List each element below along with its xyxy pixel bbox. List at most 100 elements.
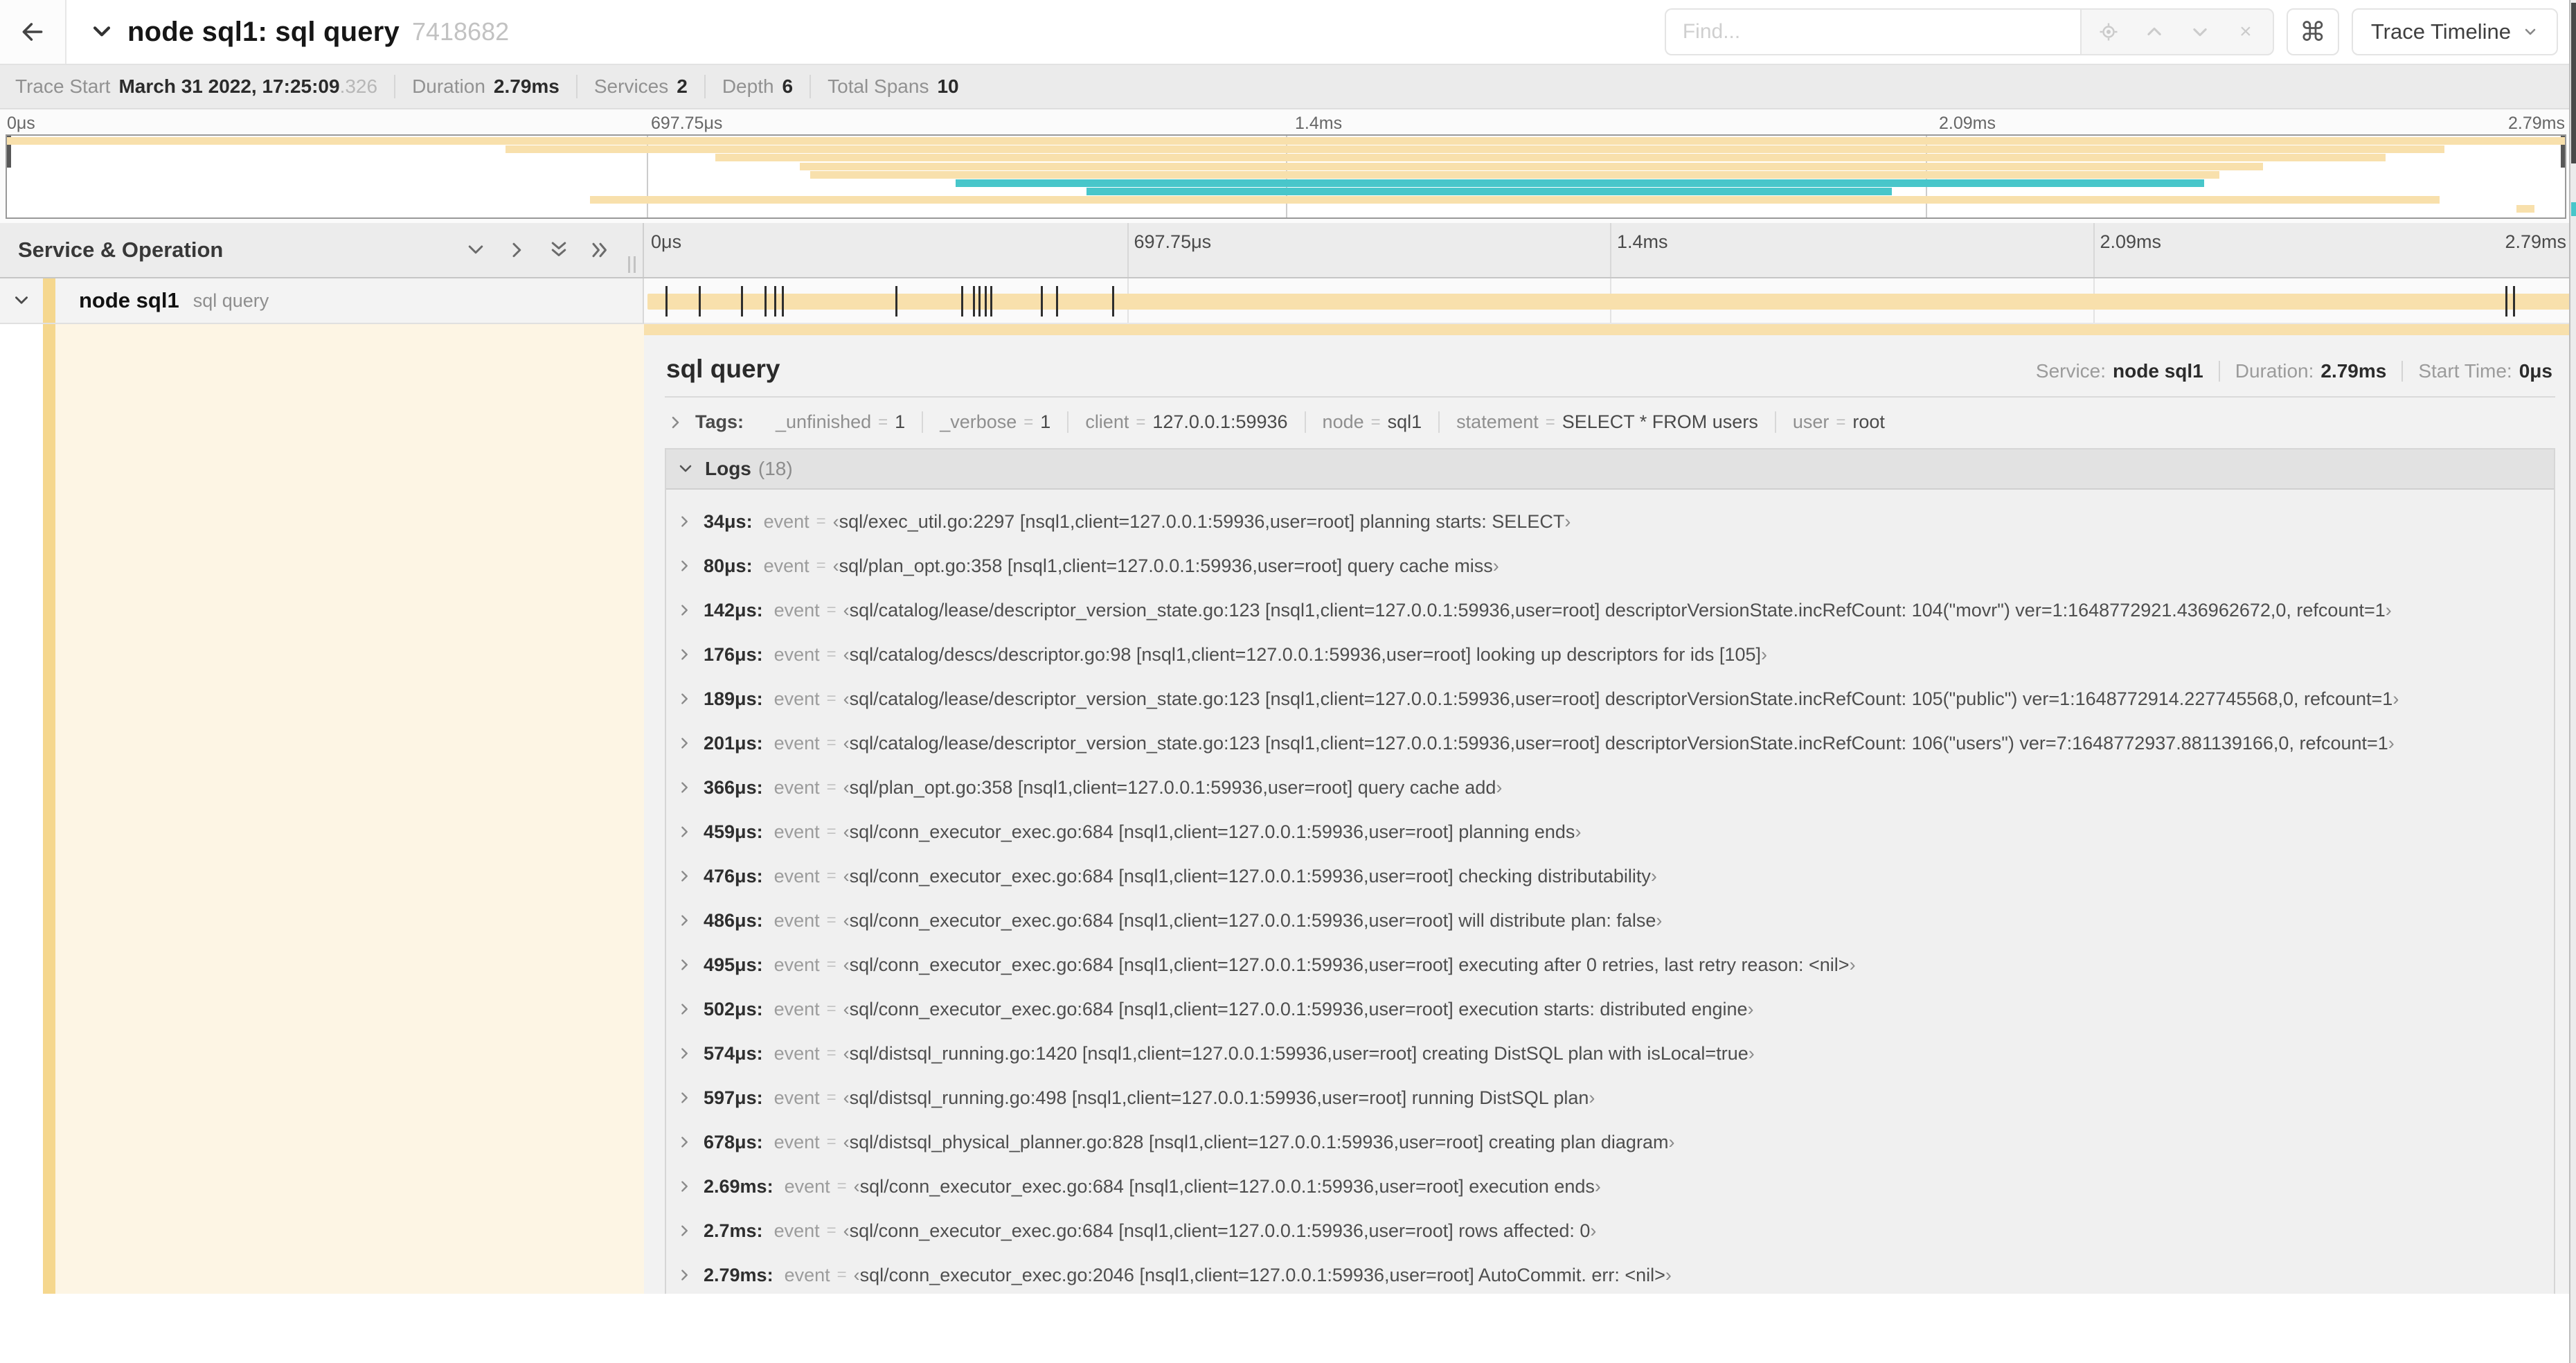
log-field-key: event bbox=[773, 732, 820, 754]
log-row[interactable]: 495μs: event = ‹ sql/conn_executor_exec.go:6… bbox=[666, 943, 2554, 987]
log-row[interactable]: 176μs: event = ‹ sql/catalog/descs/descripto… bbox=[666, 632, 2554, 677]
log-event-value: sql/plan_opt.go:358 [nsql1,client=127.0.… bbox=[839, 555, 1493, 576]
span-row-name-cell[interactable]: node sql1 sql query bbox=[0, 278, 644, 324]
log-row[interactable]: 597μs: event = ‹ sql/distsql_running.go:498 … bbox=[666, 1076, 2554, 1120]
log-row[interactable]: 574μs: event = ‹ sql/distsql_running.go:1420… bbox=[666, 1031, 2554, 1076]
trace-timeline-page: node sql1: sql query 7418682 × bbox=[0, 0, 2576, 1363]
span-row-timeline-cell[interactable] bbox=[644, 278, 2576, 324]
log-row[interactable]: 459μs: event = ‹ sql/conn_executor_exec.go:6… bbox=[666, 810, 2554, 854]
log-field-key: event bbox=[773, 643, 820, 665]
find-prev-button[interactable] bbox=[2134, 12, 2174, 51]
chevron-down-icon[interactable] bbox=[0, 292, 43, 310]
log-timestamp: 2.69ms: bbox=[704, 1175, 773, 1197]
tag-value: sql1 bbox=[1387, 411, 1422, 432]
log-event-value: sql/conn_executor_exec.go:2046 [nsql1,cl… bbox=[859, 1264, 1665, 1285]
equals-sign: = bbox=[837, 1265, 847, 1284]
log-field-key: event bbox=[773, 1042, 820, 1064]
open-quote: ‹ bbox=[843, 643, 850, 665]
minimap-canvas[interactable] bbox=[6, 134, 2566, 219]
tag-item: node = sql1 bbox=[1304, 411, 1439, 433]
log-row[interactable]: 34μs: event = ‹ sql/exec_util.go:2297 [nsql1… bbox=[666, 499, 2554, 544]
find-clear-button[interactable]: × bbox=[2226, 12, 2266, 51]
tag-item: statement = SELECT * FROM users bbox=[1438, 411, 1775, 433]
page-scrollbar[interactable] bbox=[2569, 0, 2576, 1363]
minimap-span-bar bbox=[715, 154, 2386, 162]
chevron-right-icon bbox=[677, 1001, 692, 1017]
detail-row-accent-bar bbox=[644, 324, 2576, 335]
expand-all-icon[interactable] bbox=[590, 240, 611, 260]
log-row[interactable]: 2.7ms: event = ‹ sql/conn_executor_exec.go:6… bbox=[666, 1209, 2554, 1253]
minimap-span-bar bbox=[1086, 188, 1893, 196]
tag-item: _unfinished = 1 bbox=[759, 411, 922, 433]
log-row[interactable]: 201μs: event = ‹ sql/catalog/lease/descripto… bbox=[666, 721, 2554, 765]
logs-accordion-header[interactable]: Logs (18) bbox=[666, 449, 2554, 490]
collapse-all-icon[interactable] bbox=[548, 240, 569, 260]
find-next-button[interactable] bbox=[2180, 12, 2220, 51]
log-row[interactable]: 486μs: event = ‹ sql/conn_executor_exec.go:6… bbox=[666, 898, 2554, 943]
find-input[interactable] bbox=[1664, 8, 2080, 55]
keyboard-shortcuts-button[interactable]: ⌘ bbox=[2286, 8, 2339, 55]
log-timestamp: 2.7ms: bbox=[704, 1220, 763, 1241]
equals-sign: = bbox=[1370, 412, 1381, 431]
expand-one-icon[interactable] bbox=[507, 240, 528, 260]
scrollbar-thumb[interactable] bbox=[2571, 3, 2576, 163]
equals-sign: = bbox=[826, 1088, 837, 1107]
log-row[interactable]: 2.79ms: event = ‹ sql/conn_executor_exec.go:… bbox=[666, 1253, 2554, 1294]
find-buttons: × bbox=[2079, 8, 2274, 55]
log-marker-tick bbox=[781, 286, 784, 317]
log-row[interactable]: 189μs: event = ‹ sql/catalog/lease/descripto… bbox=[666, 677, 2554, 721]
meta-label: Duration: bbox=[2235, 360, 2314, 382]
log-row[interactable]: 678μs: event = ‹ sql/distsql_physical_planne… bbox=[666, 1120, 2554, 1164]
close-quote: › bbox=[1650, 865, 1657, 887]
chevron-down-icon bbox=[2193, 28, 2207, 37]
span-duration-bar[interactable] bbox=[647, 294, 2573, 310]
log-timestamp: 201μs: bbox=[704, 732, 763, 754]
log-marker-tick bbox=[978, 286, 981, 317]
close-quote: › bbox=[2388, 732, 2395, 754]
log-event-value: sql/conn_executor_exec.go:684 [nsql1,cli… bbox=[849, 909, 1656, 931]
minimap-tick-label: 2.79ms bbox=[2508, 114, 2565, 133]
close-quote: › bbox=[1849, 954, 1856, 975]
log-marker-tick bbox=[984, 286, 987, 317]
chevron-down-icon[interactable] bbox=[90, 20, 114, 44]
timeline-gridline bbox=[1610, 223, 1611, 277]
log-row[interactable]: 142μs: event = ‹ sql/catalog/lease/descripto… bbox=[666, 588, 2554, 632]
top-bar: node sql1: sql query 7418682 × bbox=[0, 0, 2576, 64]
span-detail-section: sql query Service: node sql1 Duration: 2.79… bbox=[0, 324, 2576, 1294]
tags-accordion[interactable]: Tags: _unfinished = 1 _verbose = 1 client = 127.… bbox=[665, 398, 2555, 447]
log-timestamp: 597μs: bbox=[704, 1087, 763, 1108]
meta-divider bbox=[2218, 361, 2220, 382]
view-dropdown-label: Trace Timeline bbox=[2370, 19, 2511, 44]
log-row[interactable]: 502μs: event = ‹ sql/conn_executor_exec.go:6… bbox=[666, 987, 2554, 1031]
tag-key: user bbox=[1792, 411, 1830, 432]
detail-panel-column: sql query Service: node sql1 Duration: 2.79… bbox=[644, 324, 2576, 1294]
collapse-one-icon[interactable] bbox=[465, 240, 486, 260]
close-quote: › bbox=[1575, 821, 1582, 842]
detail-name-column bbox=[0, 324, 644, 1294]
minimap-tick-label: 697.75μs bbox=[651, 114, 723, 133]
minimap-span-bar bbox=[800, 162, 2264, 170]
logs-label: Logs bbox=[705, 458, 751, 479]
chevron-right-icon bbox=[677, 647, 692, 662]
tag-item: client = 127.0.0.1:59936 bbox=[1067, 411, 1304, 433]
log-row[interactable]: 476μs: event = ‹ sql/conn_executor_exec.go:6… bbox=[666, 854, 2554, 898]
timeline-gridline bbox=[2093, 223, 2095, 277]
open-quote: ‹ bbox=[843, 599, 850, 621]
log-row[interactable]: 80μs: event = ‹ sql/plan_opt.go:358 [nsql1,c… bbox=[666, 544, 2554, 588]
log-event-value: sql/catalog/descs/descriptor.go:98 [nsql… bbox=[849, 643, 1761, 665]
chevron-up-icon bbox=[2147, 27, 2161, 36]
locate-icon bbox=[2100, 23, 2118, 41]
equals-sign: = bbox=[826, 600, 837, 619]
timeline-gridline bbox=[1127, 223, 1129, 277]
locate-button[interactable] bbox=[2088, 12, 2129, 51]
back-button[interactable] bbox=[0, 0, 66, 64]
close-quote: › bbox=[1668, 1131, 1675, 1152]
view-dropdown-button[interactable]: Trace Timeline bbox=[2351, 8, 2558, 55]
log-row[interactable]: 2.69ms: event = ‹ sql/conn_executor_exec.go:… bbox=[666, 1164, 2554, 1209]
minimap-tick-label: 2.09ms bbox=[1939, 114, 1996, 133]
log-row[interactable]: 366μs: event = ‹ sql/plan_opt.go:358 [nsql1,… bbox=[666, 765, 2554, 810]
equals-sign: = bbox=[826, 911, 837, 929]
log-event-value: sql/distsql_running.go:498 [nsql1,client… bbox=[849, 1087, 1589, 1108]
open-quote: ‹ bbox=[843, 1087, 850, 1108]
column-resizer[interactable] bbox=[628, 256, 636, 273]
